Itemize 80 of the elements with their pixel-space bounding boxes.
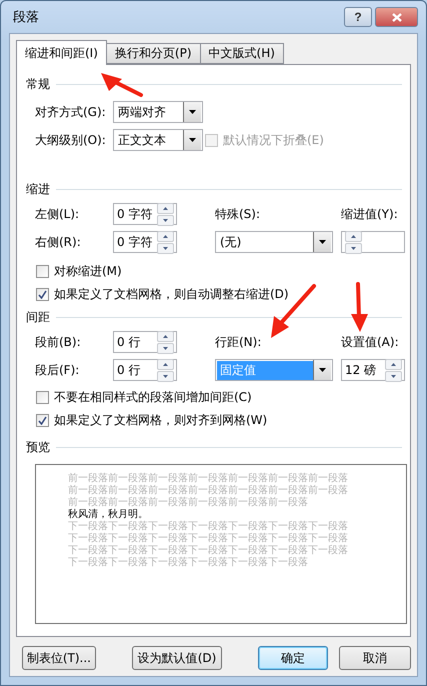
spin-field[interactable]: 0 字符 [113, 231, 177, 253]
field-label: 段前(B): [35, 334, 82, 350]
dropdown[interactable]: 两端对齐 [113, 101, 203, 123]
checkbox-label: 如果定义了文档网格，则自动调整右缩进(D) [54, 286, 289, 303]
section-heading: 缩进 [26, 180, 50, 198]
down-arrow-icon [163, 246, 168, 250]
window-title: 段落 [12, 9, 39, 26]
checkbox-label: 对称缩进(M) [54, 263, 122, 280]
spin-up-button[interactable] [385, 358, 402, 370]
arrow-drawing [271, 284, 316, 338]
spin-down-button[interactable] [345, 242, 362, 254]
spin-field[interactable]: 0 字符 [113, 203, 177, 225]
spin-up-button[interactable] [157, 230, 174, 242]
checkbox[interactable] [36, 414, 49, 427]
checkbox[interactable] [36, 391, 49, 404]
spin-down-button[interactable] [157, 214, 174, 226]
caret-icon [189, 110, 196, 114]
up-arrow-icon [391, 362, 396, 366]
caret-icon [189, 138, 196, 142]
caret-icon [319, 368, 326, 372]
down-arrow-icon [163, 218, 168, 222]
tab[interactable]: 中文版式(H) [200, 43, 284, 64]
close-icon [392, 12, 402, 22]
spin-down-button[interactable] [157, 370, 174, 382]
field-label: 段后(F): [35, 362, 80, 378]
dropdown[interactable]: 正文文本 [113, 129, 203, 151]
dialog-button[interactable]: 确定 [258, 646, 328, 670]
down-arrow-icon [163, 374, 168, 378]
dropdown[interactable]: (无) [215, 231, 333, 253]
checkbox-label: 不要在相同样式的段落间增加间距(C) [54, 389, 252, 406]
checkbox[interactable] [36, 288, 49, 301]
selected-value: 固定值 [217, 360, 313, 380]
dialog-button[interactable]: 取消 [339, 646, 411, 670]
field-label: 行距(N): [215, 334, 262, 350]
section-heading: 常规 [26, 76, 50, 92]
help-button[interactable]: ? [344, 7, 372, 27]
checkmark-icon [38, 416, 47, 425]
spin-down-button[interactable] [157, 342, 174, 354]
field-label: 左侧(L): [35, 206, 80, 222]
field-label: 右侧(R): [35, 234, 82, 250]
down-arrow-icon [351, 246, 356, 250]
arrow-drawing [351, 282, 368, 332]
up-arrow-icon [163, 334, 168, 338]
checkbox[interactable] [36, 265, 49, 278]
spin-field[interactable] [341, 231, 405, 253]
field-label: 缩进值(Y): [341, 206, 399, 222]
dialog-button[interactable]: 制表位(T)... [22, 646, 96, 670]
spin-up-button[interactable] [157, 330, 174, 342]
checkbox-label: 默认情况下折叠(E) [223, 132, 324, 148]
spin-field[interactable]: 12 磅 [341, 359, 405, 381]
spin-field[interactable]: 0 行 [113, 331, 177, 353]
up-arrow-icon [163, 234, 168, 238]
preview-text: 前一段落前一段落前一段落前一段落前一段落前一段落前一段落前一段落前一段落前一段落前一段落前一段落前一段落前一段落前一段落前一段落前一段落前一段落前一段落前一段落 [68, 473, 349, 508]
close-button[interactable] [375, 7, 418, 27]
field-label: 大纲级别(O): [35, 132, 107, 148]
preview-sample-text: 秋风清，秋月明。 [68, 509, 149, 520]
down-arrow-icon [163, 346, 168, 350]
field-label: 对齐方式(G): [35, 104, 107, 120]
preview-text: 下一段落下一段落下一段落下一段落下一段落下一段落下一段落下一段落下一段落下一段落下一段落下一段落下一段落下一段落下一段落下一段落下一段落下一段落下一段落下一段落下一段落下一段落下一段落下一段落下一段落下一段落下一段落 [68, 521, 349, 569]
arrow-drawing [101, 73, 143, 97]
spin-up-button[interactable] [157, 202, 174, 214]
dialog-button[interactable]: 设为默认值(D) [132, 646, 222, 670]
spin-field[interactable]: 0 行 [113, 359, 177, 381]
tab[interactable]: 缩进和间距(I) [16, 40, 107, 65]
spin-up-button[interactable] [157, 358, 174, 370]
down-arrow-icon [391, 374, 396, 378]
field-label: 设置值(A): [341, 334, 400, 350]
up-arrow-icon [163, 206, 168, 210]
tab[interactable]: 换行和分页(P) [106, 43, 201, 64]
spin-down-button[interactable] [157, 242, 174, 254]
checkmark-icon [38, 290, 47, 299]
up-arrow-icon [163, 362, 168, 366]
field-label: 特殊(S): [215, 206, 262, 222]
checkbox-label: 如果定义了文档网格，则对齐到网格(W) [54, 412, 268, 429]
section-heading: 间距 [26, 308, 50, 326]
section-heading: 预览 [26, 438, 50, 456]
spin-up-button[interactable] [345, 230, 362, 242]
caret-icon [319, 240, 326, 244]
spin-down-button[interactable] [385, 370, 402, 382]
up-arrow-icon [351, 234, 356, 238]
